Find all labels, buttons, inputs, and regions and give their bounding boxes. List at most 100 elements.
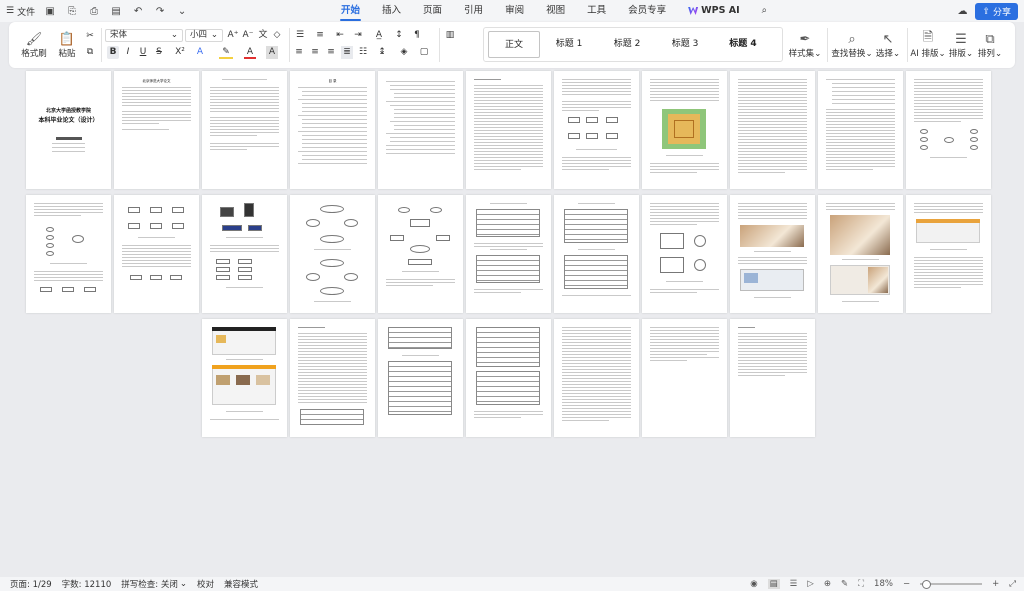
page-thumbnail-21[interactable] [818,195,903,313]
eye-icon[interactable]: ◉ [750,579,757,589]
clear-format-icon[interactable]: ◇ [271,29,283,42]
page-thumbnail-17[interactable] [466,195,551,313]
char-shading-button[interactable]: A [266,46,278,59]
zoom-slider[interactable] [920,580,983,589]
fullscreen-icon[interactable]: ⤢ [1009,579,1016,589]
file-menu[interactable]: ☰ 文件 [6,5,35,18]
page-thumbnail-19[interactable] [642,195,727,313]
font-shrink-button[interactable]: A⁻ [242,29,254,42]
pen-icon[interactable]: ✎ [841,579,848,589]
underline-button[interactable]: U [137,46,149,59]
page-thumbnail-15[interactable] [290,195,375,313]
document-area[interactable]: 北京大学函授教学院 本科毕业论文（设计） 北京师范大学论文 目 录 [0,68,1024,577]
layout-button[interactable]: ☰ 排版⌄ [947,26,975,64]
style-heading-3[interactable]: 标题 3 [656,31,714,58]
page-thumbnail-25[interactable] [378,319,463,437]
cloud-sync-icon[interactable]: ☁ [955,5,969,19]
spell-check-toggle[interactable]: 拼写检查: 关闭 [121,578,178,590]
quick-access-chevron-icon[interactable]: ⌄ [175,4,189,18]
tab-page[interactable]: 页面 [412,0,453,22]
zoom-level[interactable]: 18% [874,579,893,589]
text-effect-button[interactable]: A [195,46,205,59]
fit-page-icon[interactable]: ⛶ [858,579,864,589]
zoom-in-button[interactable]: + [992,579,999,589]
font-grow-button[interactable]: A⁺ [227,29,239,42]
italic-button[interactable]: I [123,46,133,59]
web-view-icon[interactable]: ⊕ [824,579,831,589]
style-set-button[interactable]: ✒ 样式集⌄ [787,26,823,64]
zoom-out-button[interactable]: − [903,579,910,589]
page-thumbnail-20[interactable] [730,195,815,313]
page-thumbnail-9[interactable] [730,71,815,189]
tab-member[interactable]: 会员专享 [617,0,677,22]
outline-view-icon[interactable]: ☰ [790,579,798,589]
page-thumbnail-18[interactable] [554,195,639,313]
font-color-button[interactable]: A [244,46,256,59]
arrange-button[interactable]: ⧉ 排列⌄ [975,26,1005,64]
page-thumbnail-28[interactable] [642,319,727,437]
page-thumbnail-26[interactable] [466,319,551,437]
show-marks-icon[interactable]: ¶ [411,29,423,42]
search-icon[interactable]: ⌕ [751,0,778,22]
save-icon[interactable]: ▣ [43,4,57,18]
redo-icon[interactable]: ↷ [153,4,167,18]
page-thumbnail-22[interactable] [906,195,991,313]
paste-button[interactable]: 📋 粘贴 [53,26,81,64]
font-size-select[interactable]: 小四 ⌄ [185,29,223,42]
tab-home[interactable]: 开始 [330,0,371,22]
strikethrough-button[interactable]: S [154,46,164,59]
page-thumbnail-5[interactable] [378,71,463,189]
line-spacing-icon[interactable]: ↨ [375,46,389,59]
page-thumbnail-12[interactable] [26,195,111,313]
distributed-icon[interactable]: ☷ [357,46,369,59]
tab-view[interactable]: 视图 [535,0,576,22]
page-thumbnail-7[interactable] [554,71,639,189]
columns-icon[interactable]: ▥ [443,29,457,42]
find-replace-button[interactable]: ⌕ 查找替换⌄ [831,26,873,64]
page-thumbnail-24[interactable] [290,319,375,437]
align-right-icon[interactable]: ≡ [325,46,337,59]
page-indicator[interactable]: 页面: 1/29 [10,578,52,590]
justify-icon[interactable]: ≣ [341,46,353,59]
page-thumbnail-1[interactable]: 北京大学函授教学院 本科毕业论文（设计） [26,71,111,189]
page-thumbnail-3[interactable] [202,71,287,189]
play-icon[interactable]: ▷ [807,579,814,589]
style-heading-1[interactable]: 标题 1 [540,31,598,58]
cut-icon[interactable]: ✂ [83,30,97,43]
style-heading-2[interactable]: 标题 2 [598,31,656,58]
page-thumbnail-11[interactable] [906,71,991,189]
copy-icon[interactable]: ⧉ [83,46,97,59]
share-button[interactable]: ⇪ 分享 [975,3,1018,20]
sort-icon[interactable]: ↕ [393,29,405,42]
word-count[interactable]: 字数: 12110 [62,578,112,590]
select-button[interactable]: ↖ 选择⌄ [873,26,903,64]
page-thumbnail-27[interactable] [554,319,639,437]
ai-layout-button[interactable]: 🗎 AI 排版⌄ [909,26,947,64]
undo-icon[interactable]: ↶ [131,4,145,18]
style-heading-4[interactable]: 标题 4 [714,31,772,58]
page-thumbnail-8[interactable] [642,71,727,189]
decrease-indent-icon[interactable]: ⇤ [333,29,347,42]
superscript-button[interactable]: X² [171,46,189,59]
bullet-list-icon[interactable]: ☰ [293,29,307,42]
tab-wps-ai[interactable]: WPS AI [677,0,750,22]
page-thumbnail-6[interactable] [466,71,551,189]
chinese-layout-icon[interactable]: A̲ [371,29,387,42]
page-thumbnail-10[interactable] [818,71,903,189]
page-thumbnail-29[interactable] [730,319,815,437]
tab-review[interactable]: 审阅 [494,0,535,22]
proofread-button[interactable]: 校对 [197,578,214,590]
highlight-icon[interactable]: ✎ [219,46,233,59]
pinyin-icon[interactable]: 文 [258,29,268,42]
export-pdf-icon[interactable]: ⎘ [65,4,79,18]
format-painter-button[interactable]: 🖌 格式刷 [17,26,51,64]
borders-icon[interactable]: ▢ [417,46,431,59]
shading-icon[interactable]: ◈ [397,46,411,59]
page-thumbnail-14[interactable] [202,195,287,313]
tab-insert[interactable]: 插入 [371,0,412,22]
increase-indent-icon[interactable]: ⇥ [351,29,365,42]
font-name-select[interactable]: 宋体 ⌄ [105,29,183,42]
tab-tools[interactable]: 工具 [576,0,617,22]
bold-button[interactable]: B [107,46,119,59]
align-left-icon[interactable]: ≡ [293,46,305,59]
